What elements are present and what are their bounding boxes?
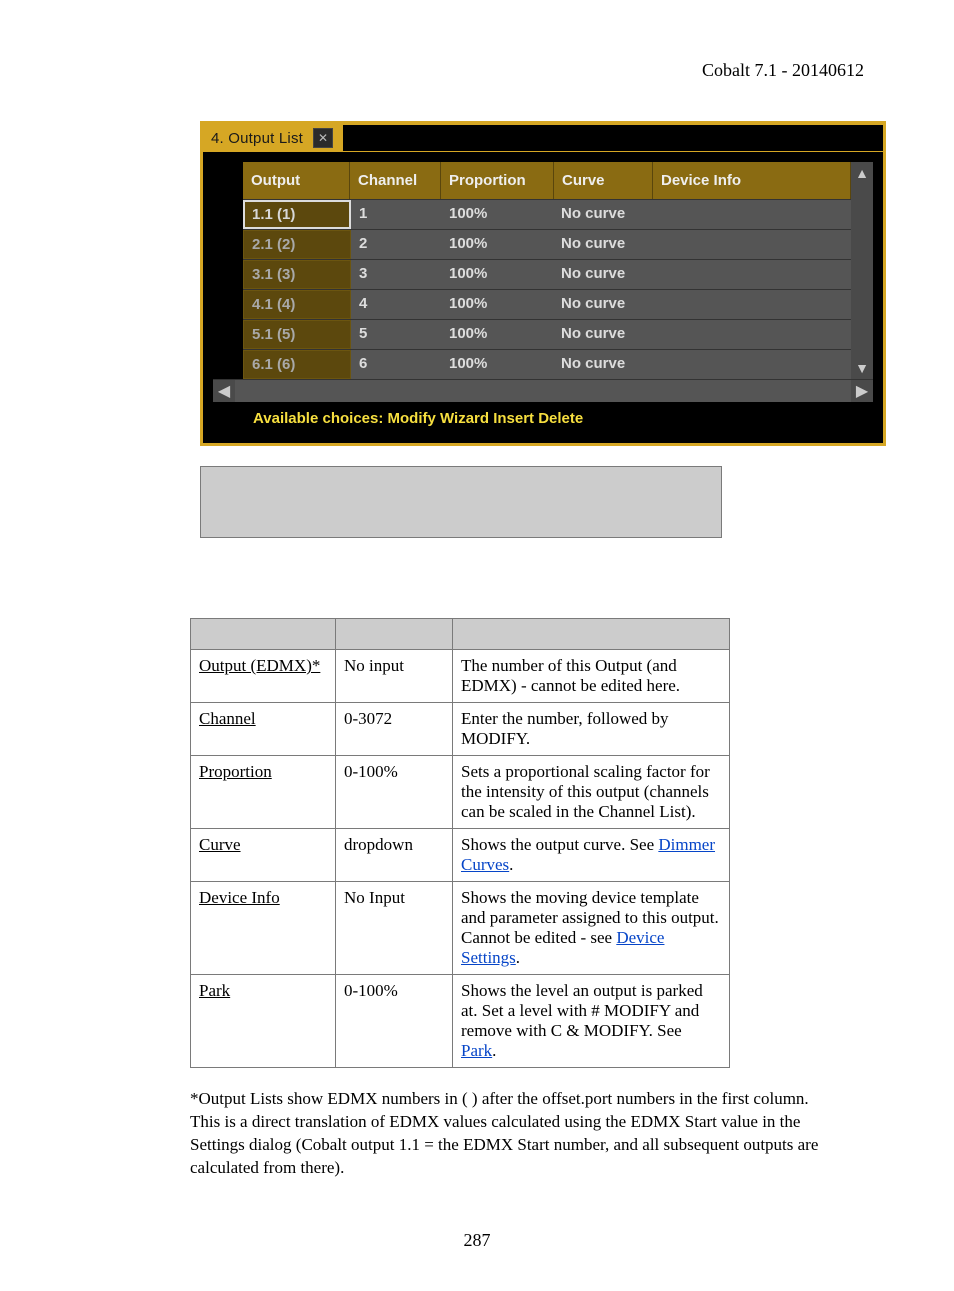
output-list-window: 4. Output List ✕ Output Channel Proporti…: [200, 121, 886, 446]
cell-curve[interactable]: No curve: [553, 200, 651, 229]
desc-field-text: Enter the number, followed by MODIFY.: [453, 703, 730, 756]
cell-channel[interactable]: 2: [351, 230, 441, 259]
cell-device[interactable]: [651, 200, 851, 229]
doc-link[interactable]: Park: [461, 1041, 492, 1060]
window-title: 4. Output List: [211, 130, 303, 147]
cell-device[interactable]: [651, 230, 851, 259]
desc-row: Output (EDMX)*No inputThe number of this…: [191, 650, 730, 703]
cell-curve[interactable]: No curve: [553, 350, 651, 379]
window-titlebar: 4. Output List ✕: [203, 124, 883, 152]
cell-channel[interactable]: 6: [351, 350, 441, 379]
cell-proportion[interactable]: 100%: [441, 350, 553, 379]
available-choices: Available choices: Modify Wizard Insert …: [213, 402, 873, 437]
horizontal-scrollbar[interactable]: ◀ ▶: [213, 379, 873, 402]
cell-output[interactable]: 4.1 (4): [243, 290, 351, 319]
cell-channel[interactable]: 3: [351, 260, 441, 289]
cell-channel[interactable]: 4: [351, 290, 441, 319]
desc-field-name: Output (EDMX)*: [191, 650, 336, 703]
cell-proportion[interactable]: 100%: [441, 320, 553, 349]
grid-header: Output Channel Proportion Curve Device I…: [243, 162, 851, 199]
cell-proportion[interactable]: 100%: [441, 200, 553, 229]
desc-field-name: Channel: [191, 703, 336, 756]
placeholder-region: [200, 466, 722, 538]
desc-field-text: The number of this Output (and EDMX) - c…: [453, 650, 730, 703]
col-header-output[interactable]: Output: [243, 162, 350, 199]
table-row[interactable]: 2.1 (2)2100%No curve: [243, 229, 851, 259]
field-description-table: Output (EDMX)*No inputThe number of this…: [190, 618, 730, 1068]
desc-row: Proportion0-100%Sets a proportional scal…: [191, 756, 730, 829]
cell-device[interactable]: [651, 350, 851, 379]
table-row[interactable]: 6.1 (6)6100%No curve: [243, 349, 851, 379]
desc-field-input: No input: [336, 650, 453, 703]
desc-field-input: No Input: [336, 882, 453, 975]
col-header-curve[interactable]: Curve: [554, 162, 653, 199]
col-header-channel[interactable]: Channel: [350, 162, 441, 199]
desc-row: Park0-100%Shows the level an output is p…: [191, 975, 730, 1068]
table-row[interactable]: 3.1 (3)3100%No curve: [243, 259, 851, 289]
desc-field-text: Shows the level an output is parked at. …: [453, 975, 730, 1068]
cell-curve[interactable]: No curve: [553, 290, 651, 319]
desc-row: Channel0-3072Enter the number, followed …: [191, 703, 730, 756]
cell-proportion[interactable]: 100%: [441, 290, 553, 319]
cell-channel[interactable]: 1: [351, 200, 441, 229]
cell-channel[interactable]: 5: [351, 320, 441, 349]
doc-link[interactable]: Dimmer Curves: [461, 835, 715, 874]
cell-output[interactable]: 6.1 (6): [243, 350, 351, 379]
desc-field-input: 0-100%: [336, 975, 453, 1068]
page-number: 287: [80, 1230, 874, 1251]
cell-proportion[interactable]: 100%: [441, 260, 553, 289]
desc-row: Device InfoNo InputShows the moving devi…: [191, 882, 730, 975]
cell-curve[interactable]: No curve: [553, 320, 651, 349]
desc-field-name: Proportion: [191, 756, 336, 829]
row-gutter: [213, 162, 243, 379]
scroll-down-icon[interactable]: ▼: [855, 357, 869, 379]
table-row[interactable]: 4.1 (4)4100%No curve: [243, 289, 851, 319]
scroll-up-icon[interactable]: ▲: [855, 162, 869, 184]
doc-link[interactable]: Device Settings: [461, 928, 664, 967]
desc-field-input: 0-100%: [336, 756, 453, 829]
col-header-proportion[interactable]: Proportion: [441, 162, 554, 199]
table-row[interactable]: 5.1 (5)5100%No curve: [243, 319, 851, 349]
desc-field-input: 0-3072: [336, 703, 453, 756]
cell-curve[interactable]: No curve: [553, 230, 651, 259]
cell-curve[interactable]: No curve: [553, 260, 651, 289]
cell-device[interactable]: [651, 290, 851, 319]
desc-field-name: Park: [191, 975, 336, 1068]
desc-field-name: Device Info: [191, 882, 336, 975]
desc-field-text: Shows the moving device template and par…: [453, 882, 730, 975]
footnote: *Output Lists show EDMX numbers in ( ) a…: [190, 1088, 834, 1180]
desc-field-text: Shows the output curve. See Dimmer Curve…: [453, 829, 730, 882]
desc-row: CurvedropdownShows the output curve. See…: [191, 829, 730, 882]
cell-output[interactable]: 2.1 (2): [243, 230, 351, 259]
close-icon[interactable]: ✕: [313, 128, 333, 148]
titlebar-fill: [343, 125, 883, 151]
cell-device[interactable]: [651, 260, 851, 289]
vertical-scrollbar[interactable]: ▲ ▼: [851, 162, 873, 379]
cell-device[interactable]: [651, 320, 851, 349]
desc-field-name: Curve: [191, 829, 336, 882]
desc-field-text: Sets a proportional scaling factor for t…: [453, 756, 730, 829]
desc-field-input: dropdown: [336, 829, 453, 882]
col-header-device[interactable]: Device Info: [653, 162, 851, 199]
cell-output[interactable]: 1.1 (1): [243, 200, 351, 229]
doc-version: Cobalt 7.1 - 20140612: [80, 60, 864, 81]
cell-proportion[interactable]: 100%: [441, 230, 553, 259]
table-row[interactable]: 1.1 (1)1100%No curve: [243, 199, 851, 229]
scroll-left-icon[interactable]: ◀: [213, 380, 235, 402]
cell-output[interactable]: 5.1 (5): [243, 320, 351, 349]
cell-output[interactable]: 3.1 (3): [243, 260, 351, 289]
output-grid: Output Channel Proportion Curve Device I…: [243, 162, 851, 379]
scroll-right-icon[interactable]: ▶: [851, 380, 873, 402]
